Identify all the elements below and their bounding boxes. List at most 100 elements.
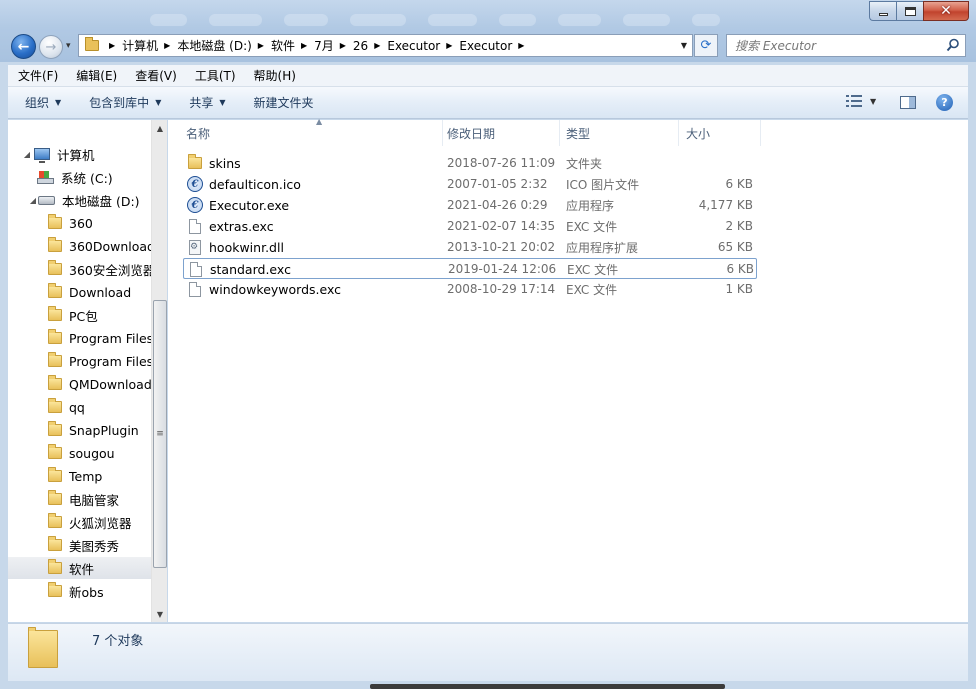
scrollbar-thumb[interactable]: ≡ xyxy=(153,300,167,568)
preview-pane-button[interactable] xyxy=(900,96,916,109)
column-header-size[interactable]: 大小 xyxy=(679,120,761,146)
column-date-label: 修改日期 xyxy=(447,126,496,141)
file-name-cell: € Executor.exe xyxy=(187,195,289,215)
address-dropdown-icon[interactable]: ▼ xyxy=(681,41,687,50)
file-row[interactable]: extras.exc 2021-02-07 14:35 EXC 文件 2 KB xyxy=(183,216,757,237)
sidebar-folder[interactable]: 电脑管家 xyxy=(8,488,151,510)
file-row[interactable]: windowkeywords.exc 2008-10-29 17:14 EXC 文件… xyxy=(183,279,757,300)
chevron-right-icon[interactable]: ▶ xyxy=(374,41,380,50)
chevron-right-icon[interactable]: ▶ xyxy=(258,41,264,50)
nav-drive-d[interactable]: ◢ 本地磁盘 (D:) xyxy=(8,189,151,211)
title-reflection xyxy=(150,14,720,28)
refresh-button[interactable]: ⟳ xyxy=(694,34,718,57)
sidebar-folder[interactable]: Download xyxy=(8,281,151,303)
scroll-down-icon[interactable]: ▼ xyxy=(152,606,168,622)
minimize-button[interactable] xyxy=(869,1,896,21)
search-icon[interactable] xyxy=(946,38,960,52)
include-in-library-button[interactable]: 包含到库中 ▼ xyxy=(72,94,172,111)
search-input[interactable] xyxy=(727,35,937,56)
menu-view[interactable]: 查看(V) xyxy=(125,67,185,84)
breadcrumb-computer[interactable]: 计算机 xyxy=(122,37,158,54)
navigation-scrollbar[interactable]: ▲ ≡ ▼ xyxy=(151,120,167,622)
breadcrumb-executor-current[interactable]: Executor xyxy=(459,39,512,53)
chevron-right-icon[interactable]: ▶ xyxy=(164,41,170,50)
item-count: 7 个对象 xyxy=(92,634,144,649)
organize-button[interactable]: 组织 ▼ xyxy=(8,94,72,111)
menu-help[interactable]: 帮助(H) xyxy=(244,67,304,84)
taskbar-edge xyxy=(370,684,725,689)
chevron-right-icon[interactable]: ▶ xyxy=(109,41,115,50)
change-view-button[interactable]: ▼ xyxy=(846,95,876,107)
folder-icon xyxy=(48,375,62,390)
recent-pages-button[interactable]: ▾ xyxy=(66,41,71,51)
file-size: 6 KB xyxy=(726,262,754,276)
collapse-icon[interactable]: ◢ xyxy=(22,150,32,159)
sidebar-folder[interactable]: PC包 xyxy=(8,304,151,326)
sidebar-folder[interactable]: QMDownload xyxy=(8,373,151,395)
search-box xyxy=(726,34,966,57)
file-size: 1 KB xyxy=(725,282,753,296)
file-size: 2 KB xyxy=(725,219,753,233)
file-row[interactable]: € defaulticon.ico 2007-01-05 2:32 ICO 图片文件 6… xyxy=(183,174,757,195)
file-row[interactable]: hookwinr.dll 2013-10-21 20:02 应用程序扩展 65 KB xyxy=(183,237,757,258)
sidebar-folder[interactable]: qq xyxy=(8,396,151,418)
menu-edit[interactable]: 编辑(E) xyxy=(66,67,125,84)
collapse-icon[interactable]: ◢ xyxy=(28,196,38,205)
file-name: standard.exc xyxy=(210,261,291,277)
sidebar-folder[interactable]: 360Download xyxy=(8,235,151,257)
close-button[interactable]: ✕ xyxy=(923,1,969,21)
nav-computer[interactable]: ◢ 计算机 xyxy=(8,143,151,165)
forward-button[interactable]: → xyxy=(39,35,63,59)
chevron-right-icon[interactable]: ▶ xyxy=(446,41,452,50)
sidebar-folder[interactable]: 360安全浏览器 xyxy=(8,258,151,280)
menu-tools[interactable]: 工具(T) xyxy=(185,67,244,84)
file-row[interactable]: standard.exc 2019-01-24 12:06 EXC 文件 6 KB xyxy=(183,258,757,279)
window-controls: ✕ xyxy=(869,1,969,21)
sidebar-folder[interactable]: sougou xyxy=(8,442,151,464)
breadcrumb-26[interactable]: 26 xyxy=(353,39,368,53)
sidebar-folder[interactable]: 软件 xyxy=(8,557,151,579)
scroll-up-icon[interactable]: ▲ xyxy=(152,120,168,136)
folder-icon xyxy=(48,283,62,298)
sidebar-folder[interactable]: 美图秀秀 xyxy=(8,534,151,556)
new-folder-button[interactable]: 新建文件夹 xyxy=(237,94,325,111)
breadcrumb-july[interactable]: 7月 xyxy=(314,37,334,54)
folder-icon xyxy=(48,513,62,528)
nav-drive-c[interactable]: 系统 (C:) xyxy=(8,166,151,188)
file-name: skins xyxy=(209,155,241,171)
share-button[interactable]: 共享 ▼ xyxy=(172,94,236,111)
help-button[interactable]: ? xyxy=(936,94,953,111)
sidebar-folder[interactable]: 新obs xyxy=(8,580,151,602)
file-date: 2013-10-21 20:02 xyxy=(447,240,556,254)
maximize-button[interactable] xyxy=(896,1,923,21)
sort-up-icon: ▲ xyxy=(316,117,323,126)
address-bar[interactable]: ▶ 计算机 ▶ 本地磁盘 (D:) ▶ 软件 ▶ 7月 ▶ 26 ▶ Execu… xyxy=(78,34,693,57)
chevron-right-icon[interactable]: ▶ xyxy=(301,41,307,50)
file-row[interactable]: € Executor.exe 2021-04-26 0:29 应用程序 4,177 KB xyxy=(183,195,757,216)
breadcrumb-software[interactable]: 软件 xyxy=(271,37,295,54)
sidebar-folder[interactable]: 360 xyxy=(8,212,151,234)
sidebar-folder[interactable]: Program Files xyxy=(8,350,151,372)
sidebar-folder[interactable]: Program Files xyxy=(8,327,151,349)
column-size-label: 大小 xyxy=(686,126,711,141)
column-header-type[interactable]: 类型 xyxy=(559,120,679,146)
sidebar-folder[interactable]: 火狐浏览器 xyxy=(8,511,151,533)
column-header-name[interactable]: 名称 ▲ xyxy=(179,117,443,146)
sidebar-folder[interactable]: Temp xyxy=(8,465,151,487)
executor-icon: € xyxy=(187,176,203,192)
file-type: EXC 文件 xyxy=(566,219,618,234)
breadcrumb-drive-d[interactable]: 本地磁盘 (D:) xyxy=(177,37,251,54)
column-header-date[interactable]: 修改日期 xyxy=(440,120,560,146)
folder-icon xyxy=(48,329,62,344)
maximize-icon xyxy=(904,6,916,16)
chevron-right-icon[interactable]: ▶ xyxy=(518,41,524,50)
file-row[interactable]: skins 2018-07-26 11:09 文件夹 xyxy=(183,153,757,174)
chevron-right-icon[interactable]: ▶ xyxy=(340,41,346,50)
sidebar-folder-label: sougou xyxy=(69,445,115,461)
back-button[interactable]: ← xyxy=(11,34,36,59)
menu-file[interactable]: 文件(F) xyxy=(8,67,66,84)
breadcrumb-executor[interactable]: Executor xyxy=(387,39,440,53)
sidebar-folder[interactable]: SnapPlugin xyxy=(8,419,151,441)
dll-icon xyxy=(187,239,203,255)
file-size: 65 KB xyxy=(717,240,753,254)
